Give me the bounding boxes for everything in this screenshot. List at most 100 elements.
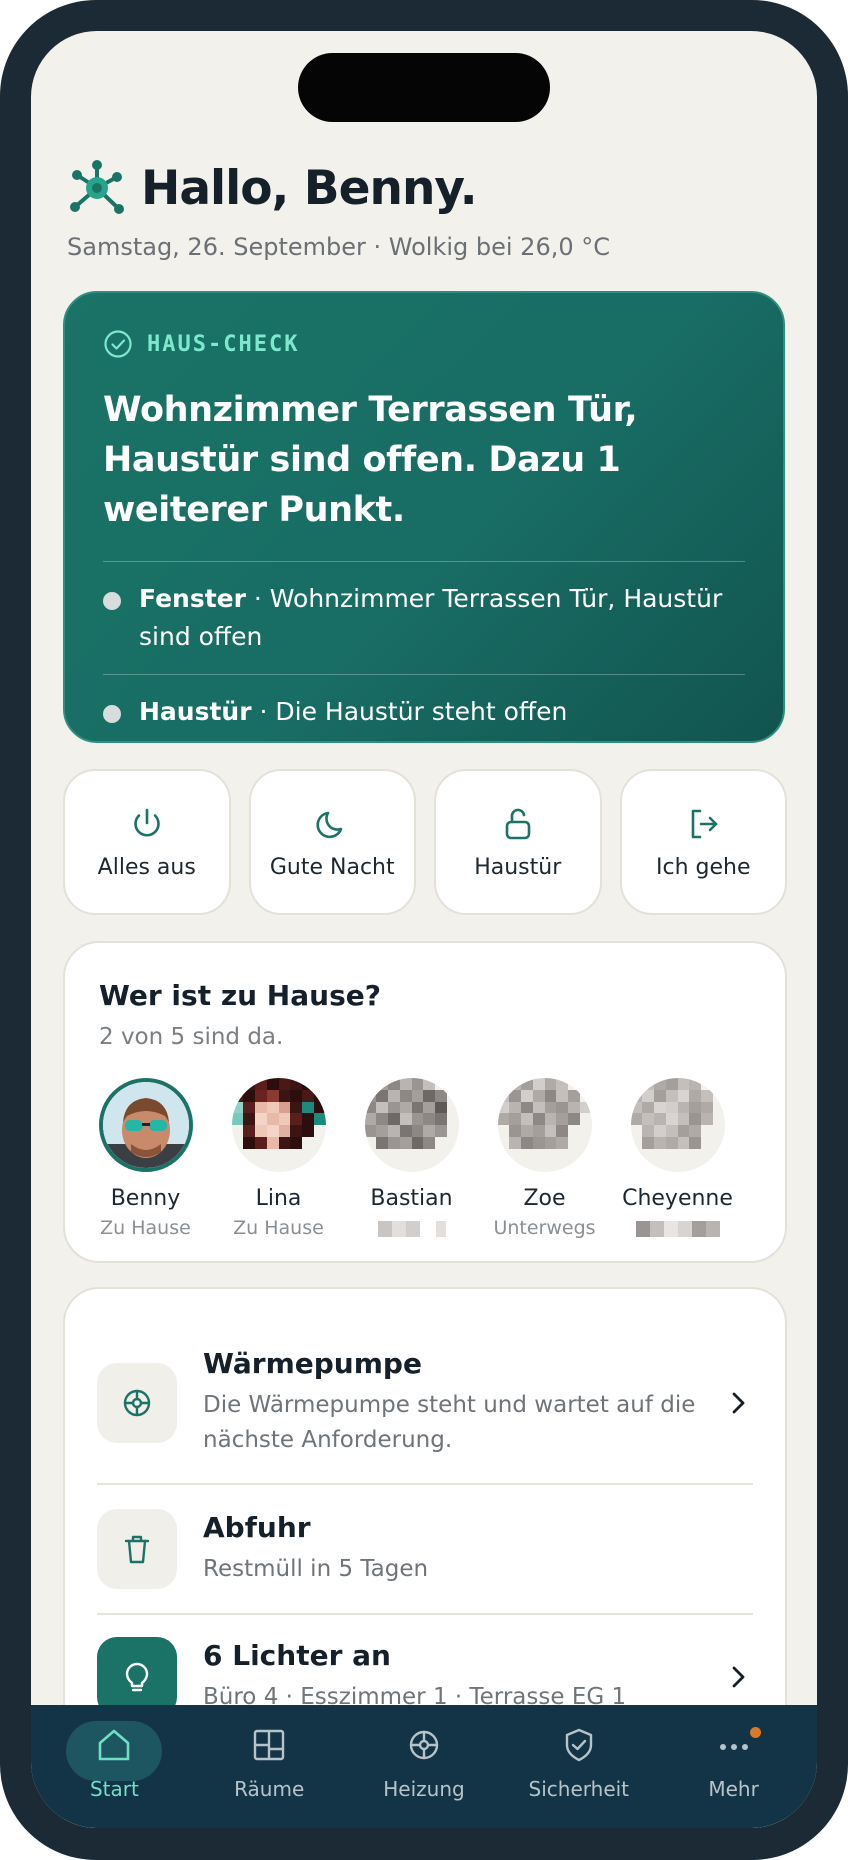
phone-frame: Hallo, Benny. Samstag, 26. September · W… — [0, 0, 848, 1860]
house-check-label: HAUS-CHECK — [147, 331, 300, 357]
row-icon-box — [97, 1362, 177, 1443]
pixelated-image — [364, 1078, 459, 1172]
row-title: 6 Lichter an — [203, 1639, 391, 1672]
power-icon — [133, 808, 160, 837]
rooms-icon — [253, 1729, 285, 1761]
bullet-icon — [103, 705, 121, 723]
row-body: 6 Lichter an Büro 4 · Esszimmer 1 · Terr… — [203, 1639, 715, 1715]
person-name: Zoe — [523, 1186, 566, 1211]
check-circle-icon — [104, 330, 132, 358]
action-label: Haustür — [474, 854, 562, 880]
pixelated-image — [497, 1078, 592, 1172]
person-status-redacted — [635, 1221, 720, 1237]
presence-card: Wer ist zu Hause? 2 von 5 sind da. Benny… — [63, 941, 787, 1263]
action-label: Gute Nacht — [269, 854, 395, 880]
tab-label: Heizung — [383, 1777, 465, 1801]
unlock-icon — [505, 808, 531, 839]
issue-item[interactable]: Haustür · Die Haustür steht offen — [103, 675, 745, 749]
dynamic-island — [298, 53, 550, 122]
home-icon — [99, 1729, 130, 1761]
list-item-waste-collection[interactable]: Abfuhr Restmüll in 5 Tagen — [97, 1509, 753, 1589]
presence-summary: 2 von 5 sind da. — [99, 1024, 284, 1050]
person-cheyenne[interactable]: Cheyenne — [611, 1078, 744, 1239]
tab-security[interactable]: Sicherheit — [501, 1705, 656, 1828]
people-row: Benny Zu Hause Lina Zu Hause Bastian Zoe… — [79, 1078, 771, 1239]
heat-pump-icon — [123, 1389, 151, 1416]
row-title: Wärmepumpe — [203, 1347, 422, 1380]
lightbulb-icon — [125, 1662, 149, 1692]
greeting-title: Hallo, Benny. — [141, 160, 478, 216]
tab-label: Sicherheit — [528, 1777, 630, 1801]
shield-icon — [565, 1728, 592, 1762]
tab-more[interactable]: Mehr — [656, 1705, 811, 1828]
row-body: Wärmepumpe Die Wärmepumpe steht und wart… — [203, 1347, 715, 1458]
house-check-header: HAUS-CHECK — [103, 329, 745, 359]
avatar — [98, 1078, 193, 1172]
more-icon — [719, 1744, 748, 1750]
person-lina[interactable]: Lina Zu Hause — [212, 1078, 345, 1239]
action-label: Ich gehe — [656, 854, 751, 880]
pixelated-image — [630, 1078, 725, 1172]
issue-detail: · Die Haustür steht offen — [251, 697, 568, 726]
person-bastian[interactable]: Bastian — [345, 1078, 478, 1239]
pixelated-image — [231, 1078, 326, 1172]
person-name: Lina — [255, 1186, 302, 1211]
action-leaving-button[interactable]: Ich gehe — [619, 769, 787, 915]
avatar-pixelated — [364, 1078, 459, 1172]
person-name: Benny — [110, 1186, 181, 1211]
action-front-door-button[interactable]: Haustür — [434, 769, 602, 915]
leave-icon — [691, 809, 718, 838]
row-body: Abfuhr Restmüll in 5 Tagen — [203, 1511, 753, 1587]
tab-heating[interactable]: Heizung — [347, 1705, 502, 1828]
moon-icon — [316, 811, 343, 838]
bullet-icon — [103, 592, 121, 610]
date-weather-line: Samstag, 26. September · Wolkig bei 26,0… — [67, 233, 610, 261]
divider — [97, 1483, 753, 1485]
person-status: Unterwegs — [493, 1217, 596, 1239]
divider — [97, 1613, 753, 1615]
person-name: Cheyenne — [622, 1186, 733, 1211]
avatar-pixelated — [497, 1078, 592, 1172]
tab-label: Start — [89, 1777, 139, 1801]
issue-text: Fenster · Wohnzimmer Terrassen Tür, Haus… — [139, 580, 745, 656]
action-all-off-button[interactable]: Alles aus — [63, 769, 231, 915]
issue-name: Haustür — [139, 697, 252, 726]
tab-start[interactable]: Start — [37, 1705, 192, 1828]
person-status-redacted — [377, 1221, 446, 1237]
avatar-pixelated — [630, 1078, 725, 1172]
chevron-right-icon — [732, 1392, 745, 1413]
person-benny[interactable]: Benny Zu Hause — [79, 1078, 212, 1239]
person-status: Zu Hause — [100, 1217, 191, 1239]
quick-actions: Alles aus Gute Nacht Haustür Ich gehe — [63, 769, 787, 915]
notification-dot — [750, 1727, 762, 1738]
house-check-title: Wohnzimmer Terrassen Tür, Haustür sind o… — [103, 390, 638, 530]
tab-rooms[interactable]: Räume — [192, 1705, 347, 1828]
hub-logo-icon — [70, 160, 124, 214]
list-item-heat-pump[interactable]: Wärmepumpe Die Wärmepumpe steht und wart… — [97, 1347, 753, 1458]
issue-item[interactable]: Fenster · Wohnzimmer Terrassen Tür, Haus… — [103, 562, 745, 674]
avatar-photo — [102, 1082, 189, 1168]
app-screen: Hallo, Benny. Samstag, 26. September · W… — [31, 31, 817, 1828]
tab-label: Räume — [234, 1777, 305, 1801]
heating-icon — [409, 1730, 439, 1760]
issue-name: Fenster — [139, 584, 246, 613]
issue-text: Haustür · Die Haustür steht offen — [139, 693, 567, 731]
action-good-night-button[interactable]: Gute Nacht — [248, 769, 416, 915]
action-label: Alles aus — [97, 854, 196, 880]
greeting-row: Hallo, Benny. — [67, 157, 787, 219]
presence-title: Wer ist zu Hause? — [99, 979, 381, 1012]
header: Hallo, Benny. Samstag, 26. September · W… — [67, 157, 787, 261]
chevron-right-icon — [732, 1666, 745, 1688]
row-title: Abfuhr — [203, 1511, 311, 1544]
row-description: Restmüll in 5 Tagen — [203, 1556, 429, 1582]
row-icon-box — [97, 1509, 177, 1589]
person-status: Zu Hause — [233, 1217, 324, 1239]
person-name: Bastian — [370, 1186, 453, 1211]
bottom-tab-bar: Start Räume Heizung Sicherheit Mehr — [31, 1705, 817, 1828]
person-zoe[interactable]: Zoe Unterwegs — [478, 1078, 611, 1239]
trash-icon — [124, 1535, 150, 1564]
tab-label: Mehr — [708, 1777, 759, 1801]
row-description: Die Wärmepumpe steht und wartet auf die … — [203, 1392, 696, 1453]
house-check-card[interactable]: HAUS-CHECK Wohnzimmer Terrassen Tür, Hau… — [63, 291, 785, 743]
avatar-pixelated — [231, 1078, 326, 1172]
